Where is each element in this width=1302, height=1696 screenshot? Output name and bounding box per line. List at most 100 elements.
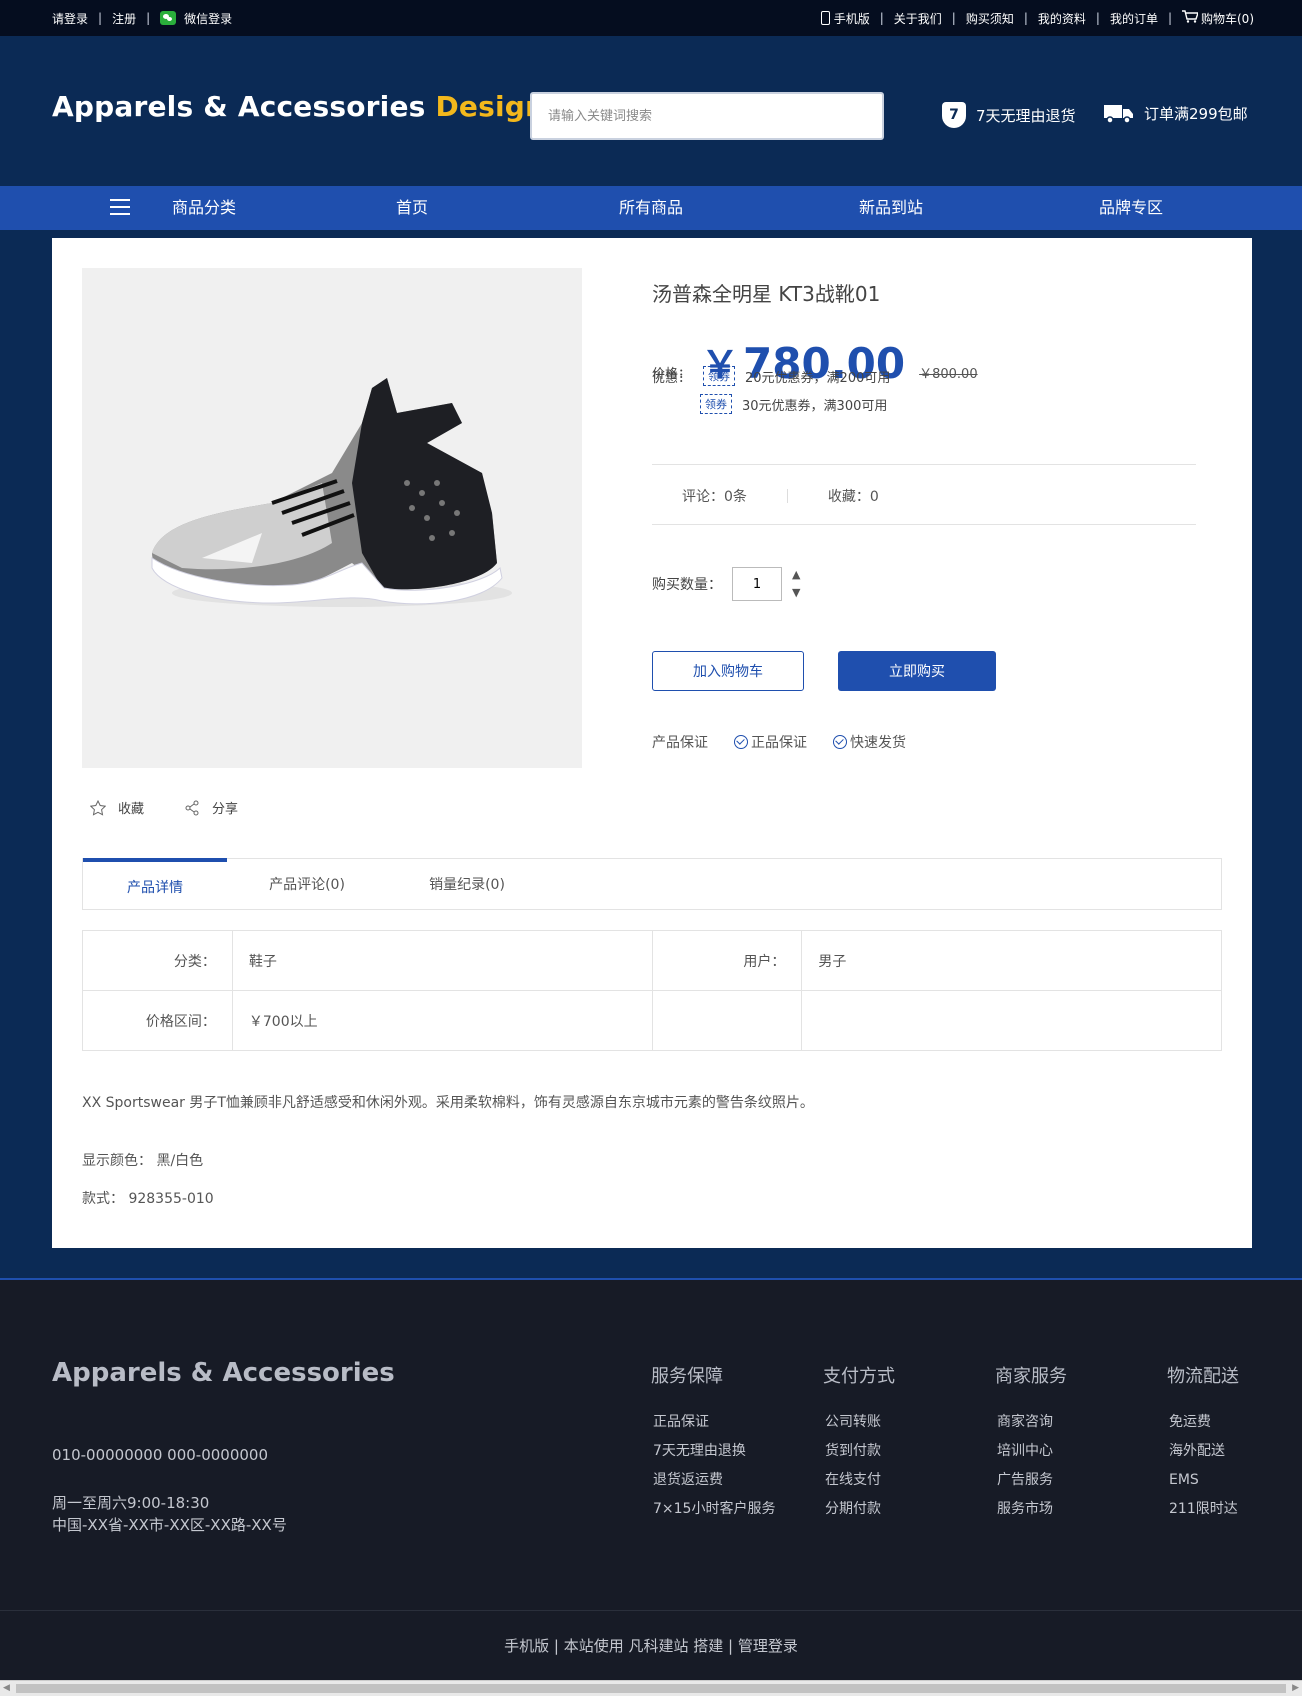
- coupon-text: 30元优惠券，满300可用: [742, 398, 888, 414]
- horizontal-scrollbar[interactable]: ◀ ▶: [0, 1680, 1302, 1696]
- product-actions: 收藏 分享: [90, 798, 278, 817]
- top-bar: 请登录 | 注册 | 微信登录 手机版 | 关于我们 | 购买须知 | 我的资料…: [0, 0, 1302, 36]
- star-icon: [90, 799, 106, 816]
- wechat-icon: [160, 11, 177, 25]
- separator: |: [879, 11, 884, 25]
- coupon-row-2: 领券 30元优惠券，满300可用: [700, 394, 887, 414]
- logo-main-text: Apparels & Accessories: [52, 90, 426, 123]
- coupon-tag[interactable]: 领券: [700, 394, 732, 414]
- collect-button[interactable]: 收藏: [90, 798, 144, 817]
- buy-now-button[interactable]: 立即购买: [838, 651, 996, 691]
- footer-phone: 010-00000000 000-0000000: [52, 1446, 269, 1464]
- footer-column-service: 服务保障 正品保证 7天无理由退换 退货返运费 7×15小时客户服务: [651, 1362, 775, 1524]
- quantity-up-icon[interactable]: ▲: [792, 566, 800, 584]
- separator: |: [146, 11, 151, 25]
- menu-list-icon[interactable]: [110, 199, 130, 217]
- footer-link[interactable]: 211限时达: [1169, 1495, 1239, 1524]
- scroll-left-icon[interactable]: ◀: [3, 1681, 10, 1696]
- promo-return-text: 7天无理由退货: [976, 106, 1076, 125]
- add-to-cart-button[interactable]: 加入购物车: [652, 651, 804, 691]
- separator: |: [951, 11, 956, 25]
- product-image[interactable]: [82, 268, 582, 768]
- footer-link[interactable]: 分期付款: [825, 1495, 895, 1524]
- footer-link[interactable]: 7×15小时客户服务: [653, 1495, 775, 1524]
- scrollbar-thumb[interactable]: [16, 1684, 1286, 1693]
- nav-all-products[interactable]: 所有商品: [619, 186, 683, 230]
- cart-icon: [1182, 9, 1199, 27]
- mobile-link[interactable]: 手机版: [834, 10, 870, 27]
- footer-address: 中国-XX省-XX市-XX区-XX路-XX号: [52, 1516, 287, 1534]
- footer-link[interactable]: 正品保证: [653, 1408, 775, 1437]
- detail-tabs: 产品详情 产品评论(0) 销量纪录(0): [82, 858, 1222, 910]
- footer-link[interactable]: 海外配送: [1169, 1437, 1239, 1466]
- footer-column-title: 支付方式: [823, 1366, 895, 1387]
- footer-link[interactable]: EMS: [1169, 1466, 1239, 1495]
- stats-divider: [786, 489, 788, 503]
- main-nav: 商品分类 首页 所有商品 新品到站 品牌专区: [0, 186, 1302, 230]
- about-link[interactable]: 关于我们: [894, 10, 942, 27]
- footer-link[interactable]: 公司转账: [825, 1408, 895, 1437]
- footer-link[interactable]: 在线支付: [825, 1466, 895, 1495]
- login-link[interactable]: 请登录: [52, 10, 88, 27]
- share-button[interactable]: 分享: [184, 798, 238, 817]
- color-value: 黑/白色: [156, 1153, 204, 1169]
- coupon-tag[interactable]: 领券: [703, 366, 736, 386]
- nav-brands[interactable]: 品牌专区: [1099, 186, 1163, 230]
- quantity-row: 购买数量： ▲ ▼: [652, 566, 800, 602]
- color-info: 显示颜色： 黑/白色: [82, 1150, 203, 1170]
- nav-home[interactable]: 首页: [396, 186, 428, 230]
- nav-categories[interactable]: 商品分类: [172, 186, 236, 230]
- separator: |: [1095, 11, 1100, 25]
- site-logo[interactable]: Apparels & Accessories Design: [52, 90, 545, 123]
- site-header: Apparels & Accessories Design 7 7天无理由退货 …: [0, 36, 1302, 186]
- site-footer: Apparels & Accessories 010-00000000 000-…: [0, 1278, 1302, 1610]
- top-bar-right: 手机版 | 关于我们 | 购买须知 | 我的资料 | 我的订单 | 购物车(0): [820, 0, 1254, 36]
- table-row: 分类： 鞋子 用户： 男子: [82, 930, 1222, 991]
- share-icon: [185, 800, 199, 815]
- footer-column-title: 商家服务: [995, 1366, 1067, 1387]
- footer-link[interactable]: 培训中心: [997, 1437, 1067, 1466]
- footer-bottom-bar[interactable]: 手机版 | 本站使用 凡科建站 搭建 | 管理登录: [0, 1610, 1302, 1680]
- footer-link[interactable]: 退货返运费: [653, 1466, 775, 1495]
- purchase-notice-link[interactable]: 购买须知: [966, 10, 1014, 27]
- search-input[interactable]: [530, 92, 884, 140]
- coupon-row-1: 优惠： 领券 20元优惠券，满200可用: [652, 366, 890, 386]
- register-link[interactable]: 注册: [112, 10, 136, 27]
- footer-link[interactable]: 广告服务: [997, 1466, 1067, 1495]
- separator: |: [1023, 11, 1028, 25]
- footer-link[interactable]: 货到付款: [825, 1437, 895, 1466]
- product-description: XX Sportswear 男子T恤兼顾非凡舒适感受和休闲外观。采用柔软棉料，饰…: [82, 1095, 814, 1111]
- quantity-input[interactable]: [732, 567, 782, 601]
- nav-new-arrivals[interactable]: 新品到站: [859, 186, 923, 230]
- promo-shipping-text: 订单满299包邮: [1144, 104, 1248, 123]
- footer-link[interactable]: 服务市场: [997, 1495, 1067, 1524]
- quantity-down-icon[interactable]: ▼: [792, 584, 800, 602]
- product-title: 汤普森全明星 KT3战靴01: [652, 282, 881, 306]
- product-stats: 评论：0条 收藏：0: [682, 486, 879, 506]
- tab-details[interactable]: 产品详情: [83, 858, 227, 908]
- footer-column-logistics: 物流配送 免运费 海外配送 EMS 211限时达: [1167, 1362, 1239, 1524]
- my-orders-link[interactable]: 我的订单: [1110, 10, 1158, 27]
- promo-shipping: 订单满299包邮: [1104, 102, 1248, 124]
- tab-sales[interactable]: 销量纪录(0): [417, 859, 517, 909]
- quantity-label: 购买数量：: [652, 577, 722, 593]
- cart-link[interactable]: 购物车(0): [1201, 10, 1254, 27]
- logo-accent-text: Design: [435, 90, 546, 123]
- wechat-login-link[interactable]: 微信登录: [184, 10, 232, 27]
- tab-reviews[interactable]: 产品评论(0): [257, 859, 357, 909]
- style-label: 款式：: [82, 1191, 124, 1207]
- guarantee-row: 产品保证 正品保证 快速发货: [652, 732, 906, 752]
- footer-column-merchant: 商家服务 商家咨询 培训中心 广告服务 服务市场: [995, 1362, 1067, 1524]
- my-profile-link[interactable]: 我的资料: [1038, 10, 1086, 27]
- spec-value: ￥700以上: [231, 990, 653, 1051]
- truck-icon: [1104, 105, 1133, 124]
- footer-hours: 周一至周六9:00-18:30: [52, 1494, 210, 1512]
- separator: |: [1167, 11, 1172, 25]
- shield-icon: 7: [942, 102, 966, 128]
- separator: |: [98, 11, 103, 25]
- footer-link[interactable]: 7天无理由退换: [653, 1437, 775, 1466]
- footer-link[interactable]: 商家咨询: [997, 1408, 1067, 1437]
- spec-table: 分类： 鞋子 用户： 男子 价格区间： ￥700以上: [82, 930, 1222, 1051]
- scroll-right-icon[interactable]: ▶: [1292, 1681, 1299, 1696]
- footer-link[interactable]: 免运费: [1169, 1408, 1239, 1437]
